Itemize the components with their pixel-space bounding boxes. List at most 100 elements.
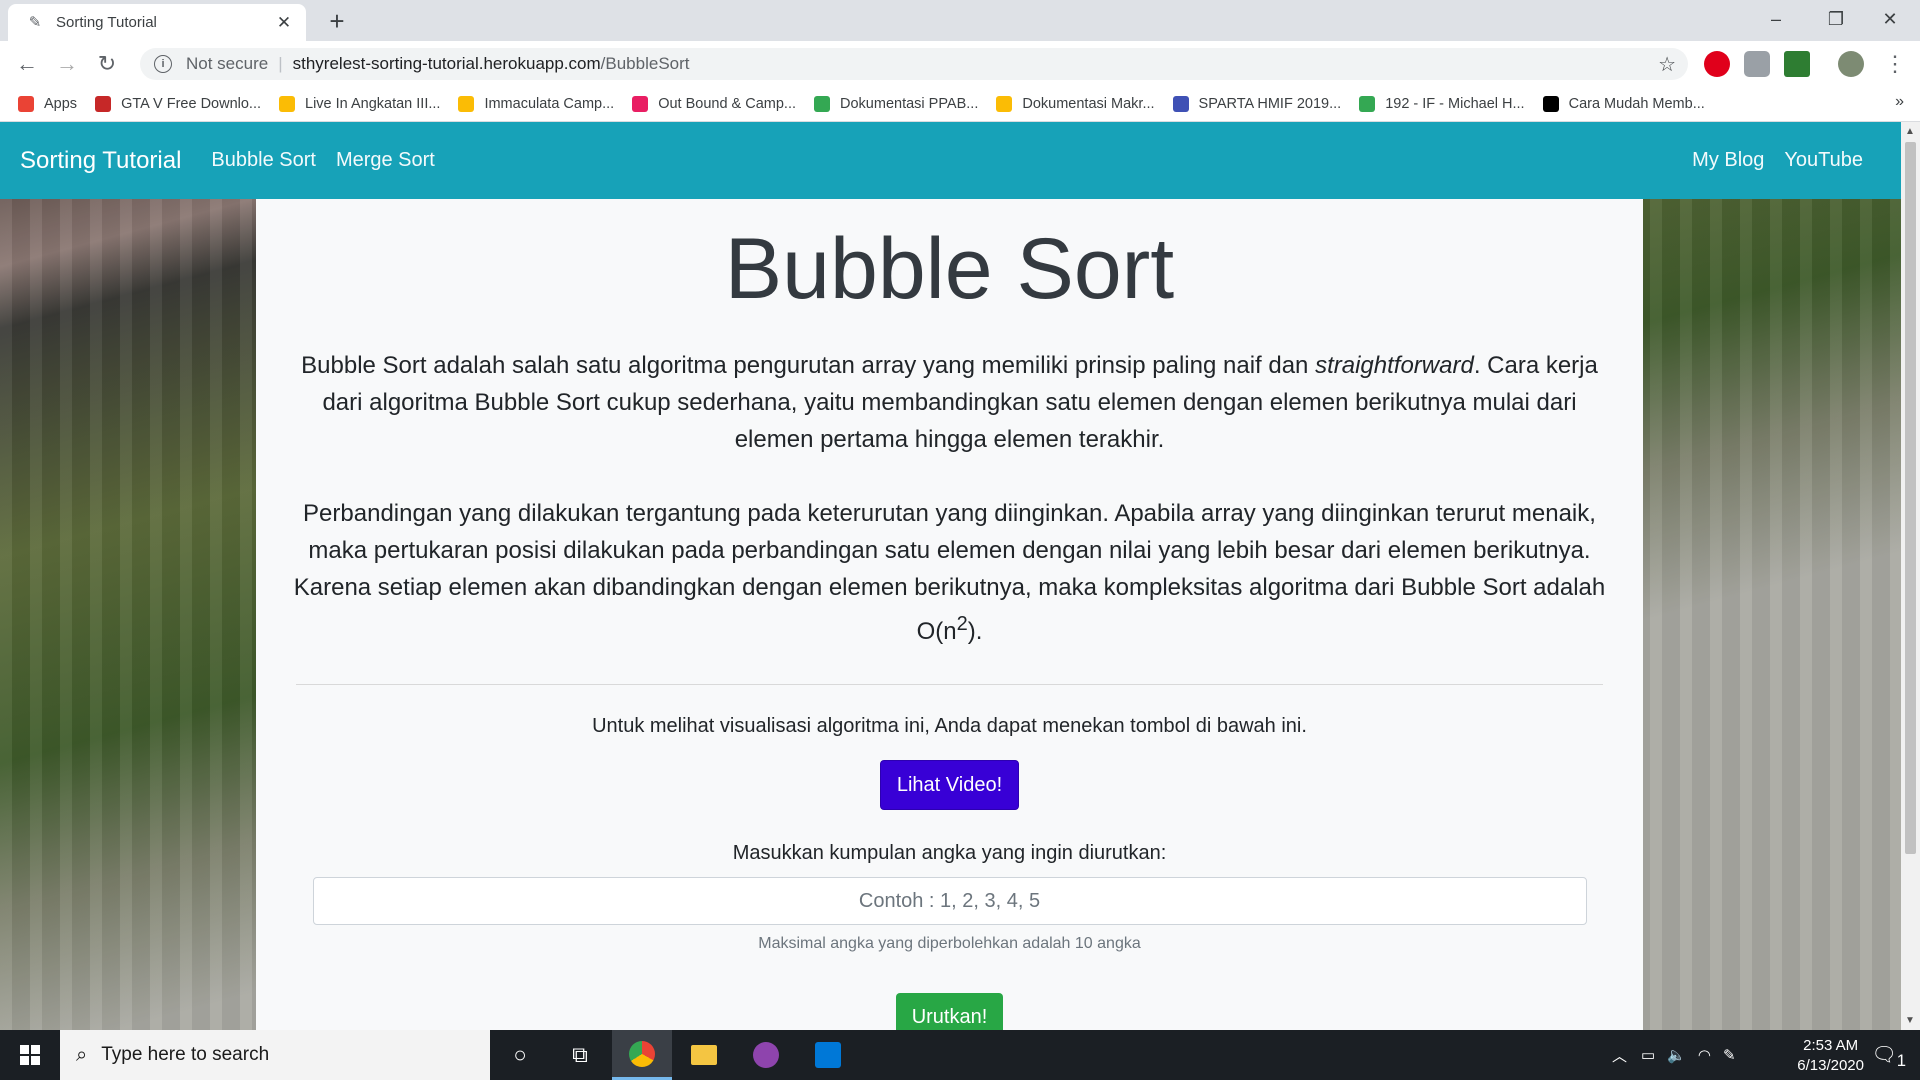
bookmarks-bar: Apps GTA V Free Downlo... Live In Angkatan…: [0, 87, 1920, 122]
pinwheel-icon: [996, 96, 1013, 112]
para2-text-b: ).: [967, 618, 983, 645]
cortana-icon[interactable]: ○: [490, 1030, 550, 1080]
bookmark-label: Dokumentasi PPAB...: [840, 96, 979, 112]
divider: [296, 684, 1603, 685]
pinwheel-icon: [279, 96, 296, 112]
nav-link-merge-sort[interactable]: Merge Sort: [336, 149, 435, 172]
tab-sorting-tutorial[interactable]: ✎ Sorting Tutorial ✕: [8, 4, 306, 41]
bookmark-label: 192 - IF - Michael H...: [1385, 96, 1525, 112]
bookmark-item[interactable]: SPARTA HMIF 2019...: [1172, 96, 1342, 112]
taskbar-clock[interactable]: 2:53 AM 6/13/2020: [1797, 1036, 1864, 1076]
nav-link-bubble-sort[interactable]: Bubble Sort: [211, 149, 316, 172]
vue-devtools-icon[interactable]: [1784, 51, 1810, 77]
reload-icon[interactable]: ↻: [92, 49, 122, 79]
new-tab-button[interactable]: +: [322, 6, 352, 36]
page-favicon-icon: ✎: [28, 13, 42, 31]
nav-link-youtube[interactable]: YouTube: [1784, 149, 1863, 172]
site-navbar: Sorting Tutorial Bubble Sort Merge Sort …: [0, 122, 1901, 199]
page-viewport: Sorting Tutorial Bubble Sort Merge Sort …: [0, 122, 1901, 1030]
minimize-icon[interactable]: –: [1746, 0, 1806, 38]
github-desktop-icon[interactable]: [736, 1030, 796, 1080]
numbers-input[interactable]: [312, 877, 1587, 925]
system-tray: ︿ ▭ 🔈 ◠ ✎: [1612, 1030, 1736, 1080]
extension-puzzle-icon[interactable]: [1744, 51, 1770, 77]
para1-emphasis: straightforward: [1315, 352, 1474, 379]
address-bar[interactable]: i Not secure | sthyrelest-sorting-tutori…: [140, 48, 1688, 80]
scroll-up-icon[interactable]: ▲: [1905, 126, 1915, 137]
para1-text-a: Bubble Sort adalah salah satu algoritma …: [301, 352, 1316, 379]
bookmark-label: Apps: [44, 96, 78, 112]
bookmark-item[interactable]: Cara Mudah Memb...: [1542, 96, 1705, 112]
bookmark-item[interactable]: GTA V Free Downlo...: [95, 96, 261, 112]
file-explorer-icon[interactable]: [674, 1030, 734, 1080]
pinwheel-icon: [458, 96, 475, 112]
notification-count: 1: [1896, 1051, 1906, 1070]
bookmark-label: Cara Mudah Memb...: [1568, 96, 1705, 112]
close-tab-icon[interactable]: ✕: [274, 13, 294, 33]
nav-link-my-blog[interactable]: My Blog: [1692, 149, 1764, 172]
bookmark-label: GTA V Free Downlo...: [121, 96, 262, 112]
bookmark-label: Dokumentasi Makr...: [1022, 96, 1155, 112]
bookmark-label: Immaculata Camp...: [484, 96, 615, 112]
page-scrollbar[interactable]: ▲ ▼: [1901, 122, 1920, 1030]
para2-text-a: Perbandingan yang dilakukan tergantung p…: [293, 500, 1606, 645]
profile-avatar[interactable]: [1838, 51, 1864, 77]
watch-video-button[interactable]: Lihat Video!: [879, 760, 1020, 810]
restore-icon[interactable]: ❐: [1806, 0, 1866, 38]
main-content: Bubble Sort Bubble Sort adalah salah sat…: [256, 199, 1643, 1030]
apps-grid-icon: [18, 96, 34, 112]
dots-icon: [632, 96, 649, 112]
bookmark-label: Out Bound & Camp...: [658, 96, 797, 112]
tab-strip: ✎ Sorting Tutorial ✕ + – ❐ ✕: [0, 0, 1920, 41]
navbar-brand[interactable]: Sorting Tutorial: [20, 147, 181, 175]
bookmark-item[interactable]: Apps: [18, 96, 77, 112]
taskbar-search[interactable]: ⌕ Type here to search: [60, 1030, 490, 1080]
tray-chevron-icon[interactable]: ︿: [1612, 1045, 1627, 1066]
chrome-taskbar-icon[interactable]: [612, 1030, 672, 1080]
drive-icon: [814, 96, 831, 112]
forward-icon[interactable]: →: [52, 49, 82, 79]
bookmark-item[interactable]: Dokumentasi Makr...: [996, 96, 1155, 112]
browser-toolbar: ← → ↻ i Not secure | sthyrelest-sorting-…: [0, 41, 1920, 87]
complexity-paragraph: Perbandingan yang dilakukan tergantung p…: [292, 495, 1607, 650]
numbers-input-label: Masukkan kumpulan angka yang ingin diuru…: [732, 842, 1167, 864]
bookmark-item[interactable]: Live In Angkatan III...: [279, 96, 440, 112]
para2-superscript: 2: [956, 613, 968, 635]
input-hint: Maksimal angka yang diperbolehkan adalah…: [758, 935, 1141, 952]
battery-icon[interactable]: ▭: [1641, 1046, 1655, 1064]
notifications-icon[interactable]: 🗨1: [1871, 1042, 1906, 1071]
volume-icon[interactable]: 🔈: [1667, 1046, 1686, 1064]
medium-icon: [1542, 96, 1559, 112]
task-view-icon[interactable]: ⧉: [550, 1030, 610, 1080]
scrollbar-thumb[interactable]: [1905, 142, 1916, 854]
scroll-down-icon[interactable]: ▼: [1905, 1015, 1915, 1026]
back-icon[interactable]: ←: [12, 49, 42, 79]
sort-button[interactable]: Urutkan!: [895, 993, 1004, 1030]
clock-time: 2:53 AM: [1803, 1037, 1859, 1054]
security-label: Not secure: [186, 54, 269, 73]
bookmark-item[interactable]: 192 - IF - Michael H...: [1359, 96, 1525, 112]
menu-kebab-icon[interactable]: ⋮: [1880, 49, 1910, 79]
bookmark-item[interactable]: Dokumentasi PPAB...: [814, 96, 978, 112]
search-icon: ⌕: [76, 1043, 88, 1066]
forms-icon: [1172, 96, 1189, 112]
pen-icon[interactable]: ✎: [1723, 1046, 1736, 1064]
url-host: sthyrelest-sorting-tutorial.herokuapp.co…: [292, 54, 601, 73]
bookmark-star-icon[interactable]: ☆: [1658, 52, 1676, 77]
navbar-right: My Blog YouTube: [1672, 122, 1863, 199]
bookmarks-overflow-icon[interactable]: »: [1895, 93, 1904, 111]
gamepad-icon: [95, 96, 112, 112]
windows-start-button[interactable]: [0, 1030, 60, 1080]
bookmark-label: SPARTA HMIF 2019...: [1198, 96, 1342, 112]
page-title: Bubble Sort: [724, 221, 1175, 317]
close-window-icon[interactable]: ✕: [1860, 0, 1920, 38]
vscode-icon[interactable]: [798, 1030, 858, 1080]
bookmark-item[interactable]: Immaculata Camp...: [458, 96, 614, 112]
info-icon[interactable]: i: [154, 55, 172, 73]
clock-date: 6/13/2020: [1797, 1057, 1864, 1074]
url-path: /BubbleSort: [600, 54, 690, 73]
intro-paragraph: Bubble Sort adalah salah satu algoritma …: [292, 347, 1607, 458]
opera-extension-icon[interactable]: [1704, 51, 1730, 77]
bookmark-item[interactable]: Out Bound & Camp...: [632, 96, 796, 112]
wifi-icon[interactable]: ◠: [1698, 1046, 1711, 1064]
